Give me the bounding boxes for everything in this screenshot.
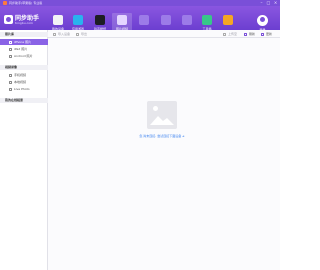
section-title: 视频录像 bbox=[5, 65, 18, 69]
ebook-icon bbox=[161, 15, 171, 25]
sidebar-item-local-videos[interactable]: 本地视频 bbox=[0, 79, 48, 85]
update-label: 更新 bbox=[266, 32, 273, 36]
phone-icon bbox=[9, 41, 12, 44]
photo-icon bbox=[117, 15, 127, 25]
update-icon bbox=[261, 32, 264, 36]
live-photo-icon bbox=[9, 88, 12, 91]
sidebar-item-label: iPad 照片 bbox=[14, 47, 28, 51]
minimize-icon: – bbox=[260, 0, 263, 5]
refresh-button[interactable]: 刷新 bbox=[244, 31, 258, 37]
minimize-button[interactable]: – bbox=[259, 1, 264, 5]
brand-subtitle: tongbu.com bbox=[15, 21, 33, 25]
sidebar: 照片库 iPhone 照片 iPad 照片 Android 照片 视频录像 手机… bbox=[0, 30, 48, 270]
device-icon bbox=[53, 15, 63, 25]
video-icon bbox=[9, 74, 12, 77]
android-icon bbox=[9, 55, 12, 58]
import-label: 导入设备 bbox=[58, 32, 71, 36]
sidebar-item-live-photo[interactable]: Live Photo bbox=[0, 86, 48, 92]
import-icon bbox=[53, 32, 56, 36]
close-icon: × bbox=[273, 0, 278, 5]
sidebar-item-label: iPhone 照片 bbox=[14, 40, 32, 44]
maximize-icon: □ bbox=[266, 0, 271, 5]
music-icon bbox=[139, 15, 149, 25]
brand-logo-icon bbox=[4, 15, 13, 24]
import-button[interactable]: 导入设备 bbox=[53, 31, 75, 37]
export-button[interactable]: 导出 bbox=[76, 31, 92, 37]
user-avatar-button[interactable] bbox=[257, 15, 268, 26]
sidebar-section-photos[interactable]: 照片库 bbox=[0, 32, 48, 37]
maximize-button[interactable]: □ bbox=[266, 1, 271, 5]
sidebar-section-videos[interactable]: 视频录像 bbox=[0, 65, 48, 70]
upload-icon bbox=[223, 32, 226, 36]
sidebar-item-android-photos[interactable]: Android 照片 bbox=[0, 53, 48, 59]
sidebar-item-iphone-photos[interactable]: iPhone 照片 bbox=[0, 39, 48, 45]
sidebar-section-online-albums[interactable]: 我的在线相册 bbox=[0, 98, 48, 103]
file-icon bbox=[182, 15, 192, 25]
apps-icon bbox=[73, 15, 83, 25]
section-title: 照片库 bbox=[5, 32, 15, 36]
upload-button[interactable]: 上传至 bbox=[223, 31, 241, 37]
sidebar-item-label: 手机视频 bbox=[14, 73, 27, 77]
refresh-label: 刷新 bbox=[249, 32, 256, 36]
sidebar-item-label: Live Photo bbox=[14, 87, 30, 91]
section-title: 我的在线相册 bbox=[5, 98, 24, 102]
mountain-shape bbox=[150, 116, 174, 125]
sidebar-item-label: Android 照片 bbox=[14, 54, 33, 58]
tablet-icon bbox=[9, 48, 12, 51]
export-label: 导出 bbox=[81, 32, 88, 36]
sidebar-item-ipad-photos[interactable]: iPad 照片 bbox=[0, 46, 48, 52]
sidebar-item-label: 本地视频 bbox=[14, 80, 27, 84]
sidebar-item-phone-videos[interactable]: 手机视频 bbox=[0, 72, 48, 78]
game-icon bbox=[223, 15, 233, 25]
app-icon bbox=[3, 1, 7, 5]
update-button[interactable]: 更新 bbox=[261, 31, 277, 37]
empty-state-link[interactable]: 您 尚未连接, 尝试连接下面设备 ➜ bbox=[110, 134, 214, 139]
close-button[interactable]: × bbox=[273, 1, 278, 5]
content-toolbar: 导入设备 导出 上传至 刷新 更新 bbox=[48, 30, 280, 38]
toolbox-icon bbox=[202, 15, 212, 25]
ringtone-icon bbox=[95, 15, 105, 25]
upload-label: 上传至 bbox=[228, 32, 238, 36]
refresh-icon bbox=[244, 32, 247, 36]
sun-shape bbox=[153, 106, 158, 111]
export-icon bbox=[76, 32, 79, 36]
main-toolbar: 同步助手 tongbu.com 我的设备 应用游戏 铃声壁纸 照片视频 工具箱 bbox=[0, 6, 280, 35]
folder-icon bbox=[9, 81, 12, 84]
empty-image-icon bbox=[147, 101, 177, 129]
app-window: 同步助手(苹果版) 专业版 – □ × 同步助手 tongbu.com 我的设备… bbox=[0, 0, 280, 270]
